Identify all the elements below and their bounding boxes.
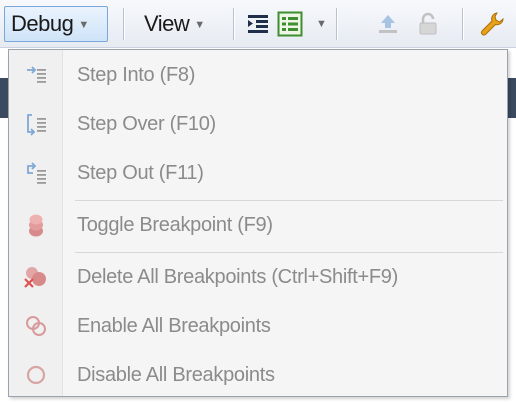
menu-separator: [75, 200, 503, 201]
debug-menu-label: Debug: [11, 11, 74, 36]
menu-item-step-into[interactable]: Step Into (F8): [9, 55, 507, 95]
menu-separator: [75, 252, 503, 253]
menu-item-disable-all-breakpoints[interactable]: Disable All Breakpoints: [9, 355, 507, 395]
menu-item-delete-all-breakpoints[interactable]: Delete All Breakpoints (Ctrl+Shift+F9): [9, 257, 507, 297]
unlock-icon[interactable]: [414, 10, 442, 38]
indent-icon[interactable]: [244, 10, 272, 38]
menu-item-label: Enable All Breakpoints: [77, 314, 271, 337]
toolbar-separator: [336, 8, 338, 40]
enable-breakpoints-icon: [9, 306, 63, 346]
toolbar: Debug ▼ View ▼ ▼: [0, 0, 516, 48]
chevron-down-icon: ▼: [194, 19, 205, 31]
step-into-icon: [9, 55, 63, 95]
toolbar-separator: [462, 8, 464, 40]
step-over-icon: [9, 104, 63, 144]
delete-breakpoints-icon: [9, 257, 63, 297]
toggle-breakpoint-icon: [9, 205, 63, 245]
debug-dropdown-menu: Step Into (F8) Step Over (F10) Step Out …: [8, 49, 508, 397]
menu-item-step-over[interactable]: Step Over (F10): [9, 104, 507, 144]
app-window: Debug ▼ View ▼ ▼ Step Into (F8) Step Ove…: [0, 0, 516, 403]
toolbar-separator: [233, 8, 235, 40]
menu-item-label: Delete All Breakpoints (Ctrl+Shift+F9): [77, 265, 398, 288]
wrench-icon[interactable]: [478, 10, 506, 38]
step-out-icon: [9, 153, 63, 193]
menu-item-step-out[interactable]: Step Out (F11): [9, 153, 507, 193]
menu-item-label: Step Into (F8): [77, 63, 196, 86]
view-menu-label: View: [144, 11, 190, 36]
toolbar-separator: [123, 8, 125, 40]
menu-item-label: Disable All Breakpoints: [77, 363, 275, 386]
menu-item-toggle-breakpoint[interactable]: Toggle Breakpoint (F9): [9, 205, 507, 245]
list-view-icon[interactable]: [276, 10, 304, 38]
menu-item-label: Step Out (F11): [77, 161, 204, 184]
menu-item-label: Step Over (F10): [77, 112, 216, 135]
menu-item-label: Toggle Breakpoint (F9): [77, 213, 273, 236]
view-menu-button[interactable]: View ▼: [140, 6, 228, 42]
upload-icon[interactable]: [374, 10, 402, 38]
chevron-down-icon[interactable]: ▼: [316, 18, 327, 30]
menu-item-enable-all-breakpoints[interactable]: Enable All Breakpoints: [9, 306, 507, 346]
debug-menu-button[interactable]: Debug ▼: [4, 6, 108, 42]
chevron-down-icon: ▼: [78, 19, 89, 31]
disable-breakpoints-icon: [9, 355, 63, 395]
